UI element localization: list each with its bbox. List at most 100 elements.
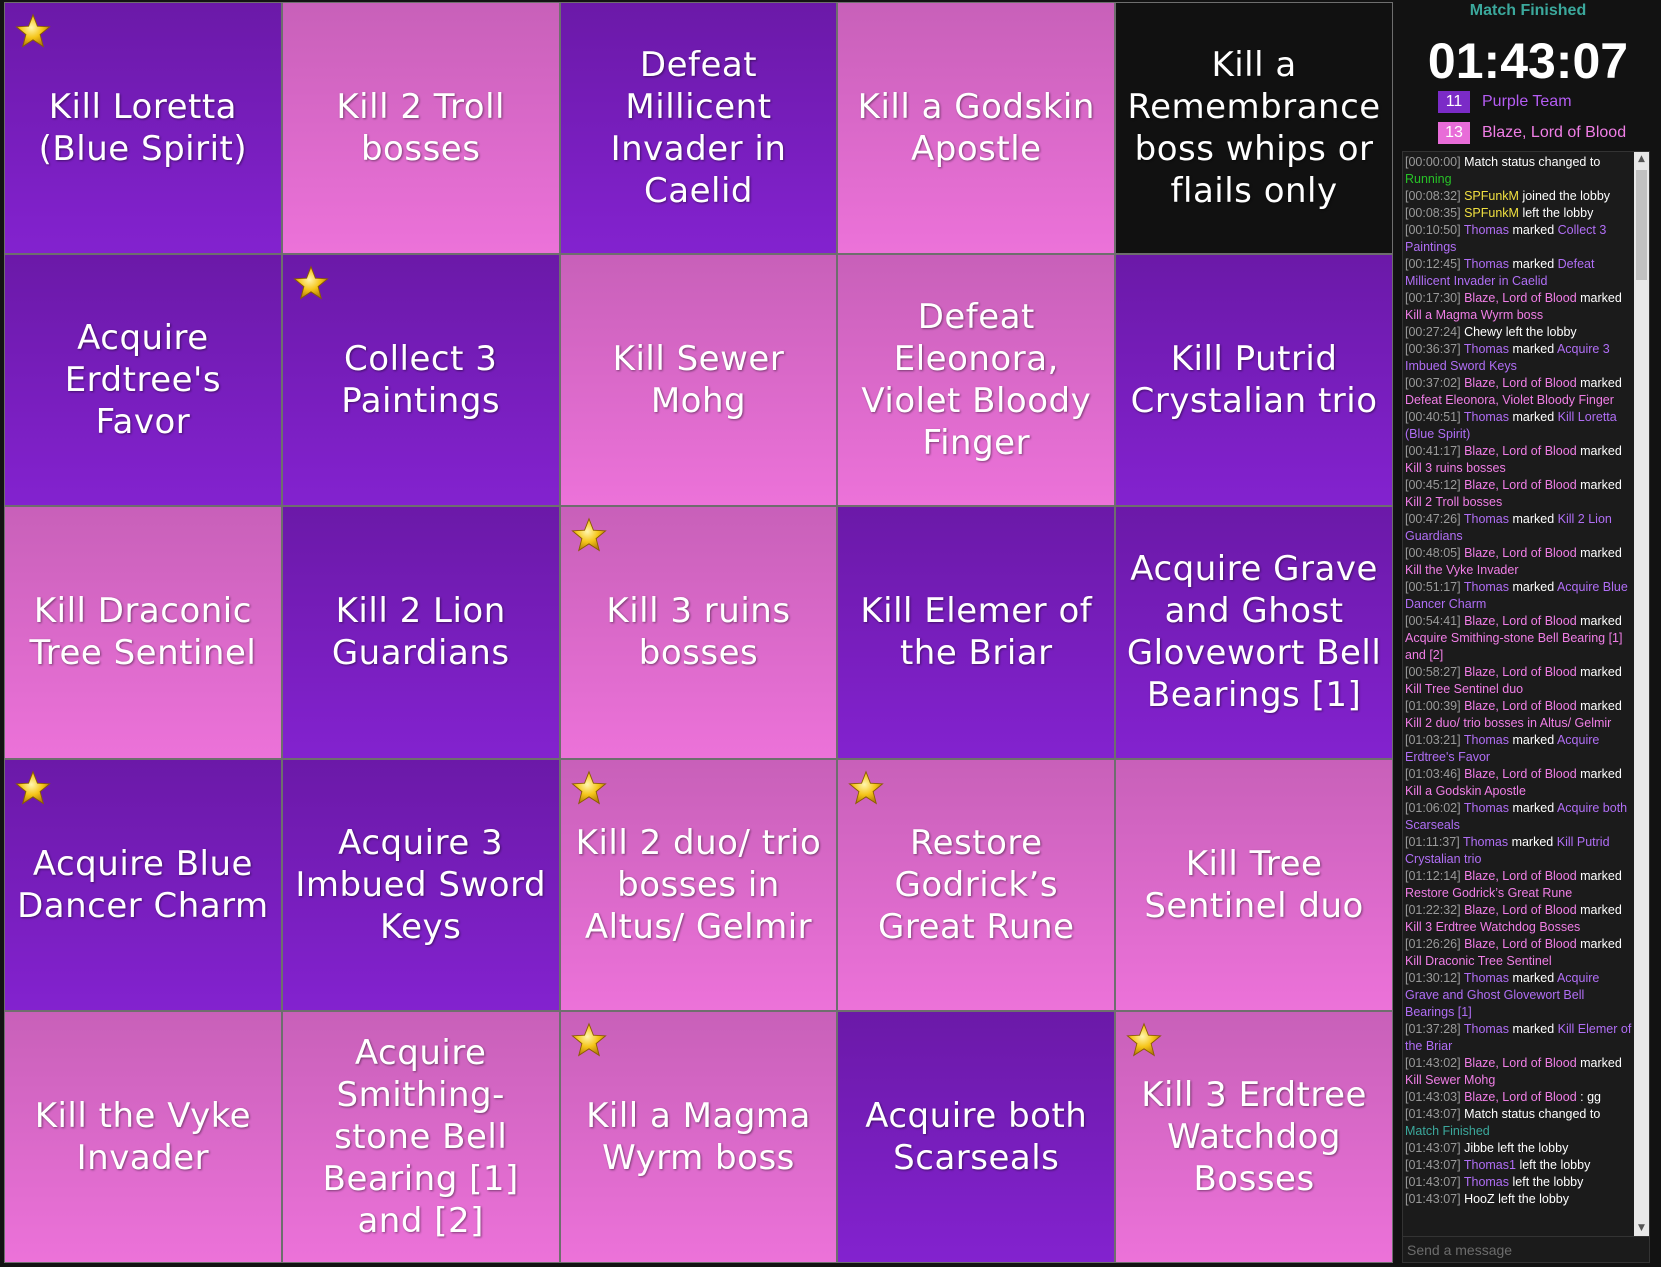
log-timestamp: [01:12:14] [1405,869,1461,883]
log-timestamp: [00:51:17] [1405,580,1461,594]
team-score-pink: 13 [1438,122,1470,144]
board-cell-label: Collect 3 Paintings [341,339,501,422]
board-cell[interactable]: Kill 3 Erdtree Watchdog Bosses [1116,1011,1392,1262]
log-text: marked [1509,1022,1558,1036]
board-cell[interactable]: Acquire Grave and Ghost Glovewort Bell B… [1116,507,1392,758]
board-cell-label: Kill 2 Lion Guardians [331,591,510,674]
log-text: Thomas [1463,257,1510,271]
board-cell[interactable]: Kill Putrid Crystalian trio [1116,255,1392,506]
log-timestamp: [01:43:03] [1405,1090,1461,1104]
log-entry: [01:43:07] Thomas left the lobby [1405,1174,1633,1191]
chat-log[interactable]: [00:00:00] Match status changed to Runni… [1402,151,1650,1237]
log-timestamp: [01:26:26] [1405,937,1461,951]
star-icon [1126,1022,1162,1058]
log-text: marked [1576,665,1626,679]
log-timestamp: [01:03:46] [1405,767,1461,781]
log-text: marked [1509,971,1557,985]
chat-log-scrollbar[interactable]: ▲ ▼ [1634,152,1649,1236]
board-cell[interactable]: Kill 2 Lion Guardians [282,507,559,758]
log-text: Blaze, Lord of Blood [1464,478,1577,492]
log-timestamp: [01:11:37] [1405,835,1460,849]
star-icon [15,770,51,806]
board-cell[interactable]: Kill Draconic Tree Sentinel [5,507,281,758]
log-entry: [01:43:03] Blaze, Lord of Blood : gg [1405,1089,1633,1106]
log-text: SPFunkM [1464,189,1519,203]
board-cell[interactable]: Acquire Blue Dancer Charm [5,759,281,1010]
log-entry: [00:45:12] Blaze, Lord of Blood marked K… [1405,477,1633,511]
board-cell-label: Acquire both Scarseals [865,1095,1088,1178]
board-cell-label: Acquire Smithing-stone Bell Bearing [1] … [322,1032,519,1241]
log-text: Blaze, Lord of Blood [1464,903,1577,917]
log-timestamp: [00:12:45] [1405,257,1461,271]
board-cell[interactable]: Kill Loretta (Blue Spirit) [5,3,281,254]
log-text: marked [1509,801,1557,815]
board-cell[interactable]: Kill 2 Troll bosses [282,3,559,254]
log-text: Blaze, Lord of Blood [1464,614,1577,628]
log-text: Blaze, Lord of Blood [1464,1090,1577,1104]
log-text: Acquire Smithing-stone Bell Bearing [1] … [1405,631,1626,662]
board-cell[interactable]: Restore Godrick’s Great Rune [838,759,1115,1010]
log-timestamp: [01:43:07] [1405,1192,1461,1206]
log-timestamp: [00:27:24] [1405,325,1461,339]
log-text: marked [1509,257,1558,271]
board-cell[interactable]: Acquire 3 Imbued Sword Keys [282,759,559,1010]
log-entry: [00:58:27] Blaze, Lord of Blood marked K… [1405,664,1633,698]
log-text: Match status changed to [1460,155,1604,169]
board-cell[interactable]: Kill Sewer Mohg [560,255,837,506]
log-timestamp: [01:43:07] [1405,1175,1461,1189]
scroll-thumb[interactable] [1636,170,1647,280]
log-timestamp: [00:40:51] [1405,410,1461,424]
board-cell-label: Acquire Erdtree's Favor [64,318,222,443]
board-cell[interactable]: Kill 3 ruins bosses [560,507,837,758]
board-cell[interactable]: Defeat Millicent Invader in Caelid [560,3,837,254]
board-cell[interactable]: Acquire Smithing-stone Bell Bearing [1] … [282,1011,559,1262]
board-cell[interactable]: Acquire both Scarseals [838,1011,1115,1262]
log-entry: [00:48:05] Blaze, Lord of Blood marked K… [1405,545,1633,579]
board-cell[interactable]: Kill the Vyke Invader [5,1011,281,1262]
log-text: HooZ left the lobby [1460,1192,1570,1206]
board-cell-label: Kill a Godskin Apostle [857,87,1095,170]
board-cell[interactable]: Acquire Erdtree's Favor [5,255,281,506]
log-text: Kill 3 ruins bosses [1405,461,1506,475]
log-text: Kill Draconic Tree Sentinel [1405,954,1552,968]
log-timestamp: [01:43:07] [1405,1107,1461,1121]
log-entry: [01:43:07] Jibbe left the lobby [1405,1140,1633,1157]
board-cell[interactable]: Kill 2 duo/ trio bosses in Altus/ Gelmir [560,759,837,1010]
board-cell[interactable]: Kill a Remembrance boss whips or flails … [1116,3,1392,254]
team-row-pink: 13 Blaze, Lord of Blood [1438,122,1626,144]
board-cell-label: Acquire 3 Imbued Sword Keys [295,822,547,947]
board-cell[interactable]: Collect 3 Paintings [282,255,559,506]
board-cell[interactable]: Kill a Godskin Apostle [838,3,1115,254]
log-text: marked [1576,937,1626,951]
log-text: Thomas [1463,342,1510,356]
log-text: Thomas [1462,835,1509,849]
board-cell[interactable]: Kill Tree Sentinel duo [1116,759,1392,1010]
scroll-down-arrow-icon[interactable]: ▼ [1634,1221,1649,1236]
log-text: Blaze, Lord of Blood [1464,291,1577,305]
log-text: Chewy left the lobby [1460,325,1577,339]
log-entry: [01:43:07] Thomas1 left the lobby [1405,1157,1633,1174]
star-icon [570,517,607,553]
board-cell-label: Kill 3 Erdtree Watchdog Bosses [1141,1074,1367,1199]
log-timestamp: [00:47:26] [1405,512,1461,526]
log-timestamp: [00:58:27] [1405,665,1461,679]
log-timestamp: [01:37:28] [1405,1022,1461,1036]
log-timestamp: [01:43:02] [1405,1056,1461,1070]
board-cell-label: Kill 3 ruins bosses [606,591,791,674]
log-timestamp: [01:30:12] [1405,971,1461,985]
log-entry: [00:37:02] Blaze, Lord of Blood marked D… [1405,375,1633,409]
chat-message-input[interactable] [1402,1237,1650,1263]
log-timestamp: [01:03:21] [1405,733,1461,747]
scroll-up-arrow-icon[interactable]: ▲ [1634,152,1649,167]
star-icon [15,13,51,49]
log-text: marked [1509,580,1557,594]
log-text: Thomas [1463,512,1510,526]
log-text: left the lobby [1509,1175,1584,1189]
log-entry: [00:54:41] Blaze, Lord of Blood marked A… [1405,613,1633,664]
log-text: marked [1576,444,1626,458]
board-cell[interactable]: Kill a Magma Wyrm boss [560,1011,837,1262]
log-text: Thomas [1463,223,1510,237]
board-cell[interactable]: Kill Elemer of the Briar [838,507,1115,758]
board-cell[interactable]: Defeat Eleonora, Violet Bloody Finger [838,255,1115,506]
log-entry: [00:08:35] SPFunkM left the lobby [1405,205,1633,222]
